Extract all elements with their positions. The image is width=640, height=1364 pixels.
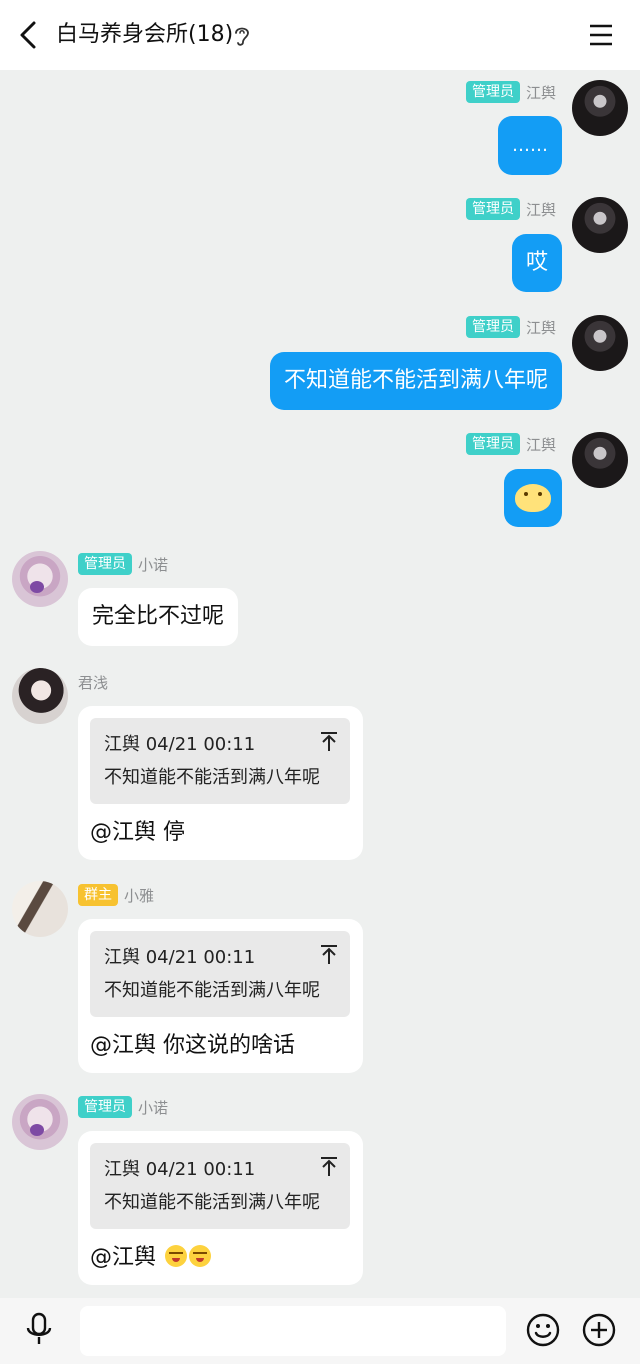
sender-name: 君浅 [78,673,109,692]
admin-badge: 管理员 [465,81,520,103]
message-text: 完全比不过呢 [92,604,225,629]
quoted-message[interactable]: 江舆 04/21 00:11 不知道能不能活到满八年呢 [90,718,350,804]
sender-line: 管理员 江舆 [465,197,556,221]
jump-to-message-icon[interactable] [320,943,338,965]
grimace-emoji-icon [189,1245,211,1267]
owner-badge: 群主 [78,884,118,906]
sender-line: 管理员 江舆 [465,315,556,339]
sender-name: 江舆 [525,435,556,454]
sender-name: 江舆 [525,318,556,337]
reply-bubble[interactable]: 江舆 04/21 00:11 不知道能不能活到满八年呢 @江舆 停 [78,706,363,860]
avatar[interactable] [12,668,68,724]
emoji-icon[interactable] [526,1313,560,1347]
admin-badge: 管理员 [78,1096,132,1118]
quote-header: 江舆 04/21 00:11 [104,947,256,968]
menu-icon[interactable] [586,20,616,50]
composer-bar [0,1298,640,1364]
reply-bubble[interactable]: 江舆 04/21 00:11 不知道能不能活到满八年呢 @江舆 [78,1131,363,1285]
mic-icon[interactable] [24,1312,54,1348]
message-bubble[interactable]: …… [498,116,562,175]
message-list[interactable]: 管理员 江舆 …… 管理员 江舆 哎 管理员 江舆 不知道能不能活到满八年呢 管… [0,70,640,1298]
sender-name: 小诺 [138,1098,169,1117]
avatar[interactable] [12,881,68,937]
jump-to-message-icon[interactable] [320,730,338,752]
sender-line: 管理员 江舆 [465,80,556,104]
sender-line: 君浅 [78,670,108,694]
sender-line: 群主 小雅 [78,883,154,907]
plus-icon[interactable] [582,1313,616,1347]
smiling-sticker-icon [515,484,551,512]
avatar[interactable] [572,432,628,488]
sender-name: 小雅 [124,886,155,905]
message-bubble[interactable]: 完全比不过呢 [78,588,239,646]
admin-badge: 管理员 [465,316,520,338]
avatar[interactable] [12,551,68,607]
top-bar: 白马养身会所(18) [0,0,640,70]
chat-title[interactable]: 白马养身会所(18) [56,18,233,52]
avatar[interactable] [572,80,628,136]
message-text: @江舆 你这说的啥话 [90,1033,295,1058]
quote-text: 不知道能不能活到满八年呢 [104,1192,320,1213]
admin-badge: 管理员 [465,198,520,220]
sender-line: 管理员 小诺 [78,1095,168,1119]
reply-bubble[interactable]: 江舆 04/21 00:11 不知道能不能活到满八年呢 @江舆 你这说的啥话 [78,919,363,1073]
message-text-row: @江舆 [90,1243,351,1273]
message-text: …… [512,135,548,156]
quote-text: 不知道能不能活到满八年呢 [104,980,320,1001]
quote-header: 江舆 04/21 00:11 [104,1159,256,1180]
sender-name: 江舆 [525,83,556,102]
message-bubble[interactable]: 哎 [511,234,562,292]
grimace-emoji-icon [165,1245,187,1267]
message-text: 不知道能不能活到满八年呢 [283,368,548,393]
sender-line: 管理员 小诺 [78,552,168,576]
message-input[interactable] [80,1306,506,1356]
sender-name: 江舆 [525,200,556,219]
message-text: @江舆 停 [90,820,185,845]
avatar[interactable] [12,1094,68,1150]
sender-line: 管理员 江舆 [465,432,556,456]
quoted-message[interactable]: 江舆 04/21 00:11 不知道能不能活到满八年呢 [90,1143,350,1229]
quote-header: 江舆 04/21 00:11 [104,734,256,755]
ear-icon[interactable] [232,24,252,48]
quote-text: 不知道能不能活到满八年呢 [104,767,320,788]
avatar[interactable] [572,197,628,253]
message-text: 哎 [525,250,548,275]
sender-name: 小诺 [138,555,169,574]
jump-to-message-icon[interactable] [320,1155,338,1177]
avatar[interactable] [572,315,628,371]
quoted-message[interactable]: 江舆 04/21 00:11 不知道能不能活到满八年呢 [90,931,350,1017]
sticker-bubble[interactable] [504,469,562,527]
admin-badge: 管理员 [465,433,520,455]
back-arrow-icon[interactable] [14,18,44,52]
message-bubble[interactable]: 不知道能不能活到满八年呢 [269,352,562,410]
message-text: @江舆 [90,1245,163,1270]
admin-badge: 管理员 [78,553,132,575]
